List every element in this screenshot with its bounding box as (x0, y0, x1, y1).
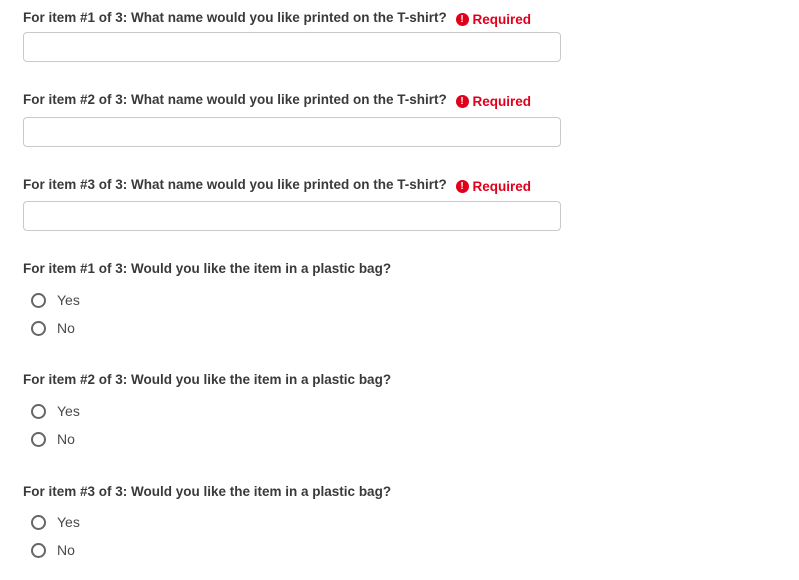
bag-question-2-label: For item #2 of 3: Would you like the ite… (23, 372, 392, 387)
name-question-2: For item #2 of 3: What name would you li… (23, 91, 531, 111)
required-label-3: Required (472, 178, 532, 194)
exclamation-circle-icon: ! (455, 180, 469, 193)
bag-1-no-label: No (57, 320, 75, 336)
bag-2-yes-option[interactable]: Yes (31, 401, 80, 421)
bag-2-yes-radio[interactable] (31, 403, 46, 419)
bag-question-1-label: For item #1 of 3: Would you like the ite… (23, 261, 392, 276)
name-question-1: For item #1 of 3: What name would you li… (23, 9, 531, 29)
name-question-3: For item #3 of 3: What name would you li… (23, 176, 531, 196)
bag-3-no-option[interactable]: No (31, 540, 75, 560)
bag-2-no-radio[interactable] (31, 431, 46, 447)
bag-3-yes-option[interactable]: Yes (31, 512, 80, 532)
bag-3-yes-radio[interactable] (31, 514, 46, 530)
bag-3-no-radio[interactable] (31, 542, 46, 558)
bag-1-yes-option[interactable]: Yes (31, 290, 80, 310)
bag-3-yes-label: Yes (57, 514, 80, 530)
bag-2-no-option[interactable]: No (31, 429, 75, 449)
name-question-3-label: For item #3 of 3: What name would you li… (23, 177, 447, 192)
bag-1-no-option[interactable]: No (31, 318, 75, 338)
bag-question-3-label: For item #3 of 3: Would you like the ite… (23, 484, 392, 499)
name-input-3[interactable] (23, 201, 561, 231)
exclamation-circle-icon: ! (455, 95, 469, 108)
required-indicator-3: ! Required (455, 178, 532, 196)
required-label-2: Required (472, 93, 532, 109)
bag-1-yes-label: Yes (57, 292, 80, 308)
name-input-2[interactable] (23, 117, 561, 147)
exclamation-circle-icon: ! (455, 13, 469, 26)
name-question-1-label: For item #1 of 3: What name would you li… (23, 10, 447, 25)
bag-1-yes-radio[interactable] (31, 292, 46, 308)
required-indicator-1: ! Required (455, 11, 532, 29)
bag-1-no-radio[interactable] (31, 320, 46, 336)
name-input-1[interactable] (23, 32, 561, 62)
required-label-1: Required (472, 11, 532, 27)
required-indicator-2: ! Required (455, 93, 532, 111)
bag-2-no-label: No (57, 431, 75, 447)
bag-2-yes-label: Yes (57, 403, 80, 419)
name-question-2-label: For item #2 of 3: What name would you li… (23, 92, 447, 107)
bag-3-no-label: No (57, 542, 75, 558)
